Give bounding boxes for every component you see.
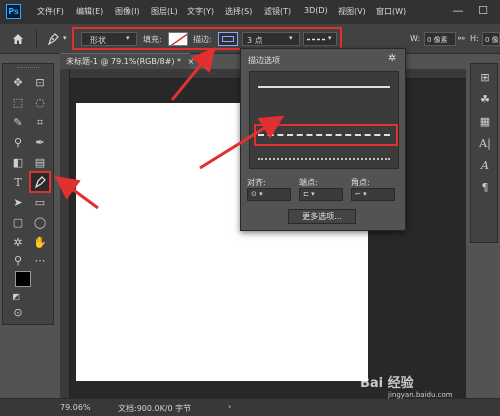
arrow-to-dashed-style xyxy=(199,115,285,170)
status-arrow-icon[interactable]: › xyxy=(228,402,231,411)
arrow-to-pen-tool xyxy=(54,175,99,210)
watermark-url: jingyan.baidu.com xyxy=(388,391,453,399)
status-bar: 79.06% 文档:900.0K/0 字节 › xyxy=(0,398,500,416)
annotation-arrows xyxy=(54,46,285,210)
zoom-level[interactable]: 79.06% xyxy=(60,403,91,412)
watermark-brand: Bai 经验 xyxy=(360,376,414,391)
arrow-to-stroke-options xyxy=(170,46,216,101)
document-info: 文档:900.0K/0 字节 xyxy=(118,404,192,413)
